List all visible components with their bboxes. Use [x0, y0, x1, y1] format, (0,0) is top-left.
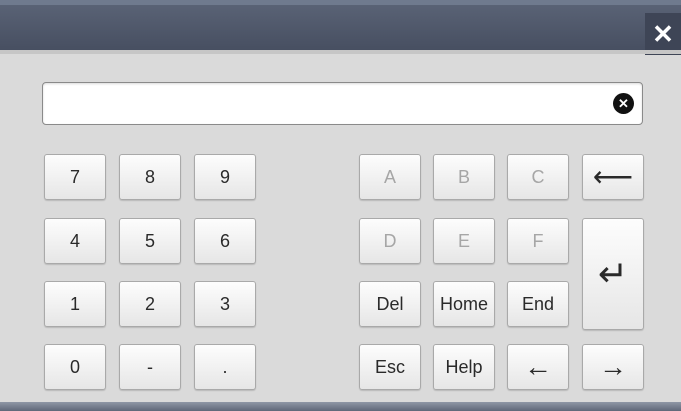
key-4[interactable]: 4 [44, 218, 106, 264]
cursor-right-key[interactable]: → [582, 344, 644, 390]
backspace-arrow-icon: ⟵ [592, 161, 634, 192]
clear-input-icon[interactable]: ✕ [613, 93, 634, 114]
home-key[interactable]: Home [433, 281, 495, 327]
key-a[interactable]: A [359, 154, 421, 200]
key-1[interactable]: 1 [44, 281, 106, 327]
key-c[interactable]: C [507, 154, 569, 200]
arrow-right-icon: → [599, 351, 627, 382]
enter-return-icon: ↵ [597, 253, 629, 294]
arrow-left-icon: ← [524, 351, 552, 382]
cursor-left-key[interactable]: ← [507, 344, 569, 390]
key-b[interactable]: B [433, 154, 495, 200]
key-7[interactable]: 7 [44, 154, 106, 200]
help-key[interactable]: Help [433, 344, 495, 390]
end-key[interactable]: End [507, 281, 569, 327]
input-box: ✕ [42, 82, 643, 126]
panel-divider [0, 50, 681, 54]
delete-key[interactable]: Del [359, 281, 421, 327]
key-2[interactable]: 2 [119, 281, 181, 327]
bottom-border [0, 402, 681, 411]
close-icon: ✕ [652, 18, 674, 49]
key-6[interactable]: 6 [194, 218, 256, 264]
key-decimal[interactable]: . [194, 344, 256, 390]
title-bar: ✕ [0, 0, 681, 55]
close-button[interactable]: ✕ [645, 13, 681, 55]
value-input[interactable] [53, 83, 607, 126]
key-e[interactable]: E [433, 218, 495, 264]
key-8[interactable]: 8 [119, 154, 181, 200]
key-3[interactable]: 3 [194, 281, 256, 327]
enter-key[interactable]: ↵ [582, 218, 644, 330]
backspace-key[interactable]: ⟵ [582, 154, 644, 200]
key-0[interactable]: 0 [44, 344, 106, 390]
escape-key[interactable]: Esc [359, 344, 421, 390]
key-5[interactable]: 5 [119, 218, 181, 264]
key-minus[interactable]: - [119, 344, 181, 390]
key-9[interactable]: 9 [194, 154, 256, 200]
key-d[interactable]: D [359, 218, 421, 264]
key-f[interactable]: F [507, 218, 569, 264]
